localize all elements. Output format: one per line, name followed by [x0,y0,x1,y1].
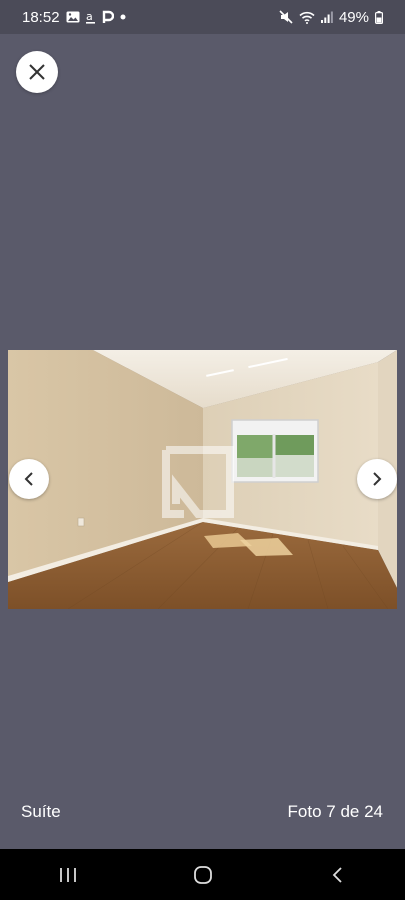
home-button[interactable] [173,855,233,895]
chevron-right-icon [373,472,382,486]
battery-level: 49% [338,8,369,26]
chevron-left-icon [24,472,33,486]
clock: 18:52 [22,8,60,26]
signal-icon [320,11,333,23]
previous-photo-button[interactable] [9,459,49,499]
mute-icon [279,10,293,24]
next-photo-button[interactable] [357,459,397,499]
dot-icon [120,14,126,20]
logo-icon [162,446,234,518]
photo-counter: Foto 7 de 24 [287,802,383,821]
system-nav-bar [0,849,405,900]
recents-icon [59,867,76,882]
status-right: 49% [279,9,383,26]
image-icon [66,11,80,23]
wifi-icon [299,11,315,24]
a-icon: a [85,10,96,24]
recents-button[interactable] [38,855,98,895]
listing-photo[interactable] [8,350,397,609]
close-icon [29,64,45,80]
status-bar: 18:52 a 49% [0,0,405,34]
close-button[interactable] [16,51,58,93]
photo-caption: Suíte [21,802,61,821]
battery-icon [375,10,383,24]
status-left: 18:52 a [22,9,126,26]
back-icon [332,866,342,883]
home-icon [193,865,212,884]
svg-text:a: a [86,10,93,23]
p-icon [102,10,114,24]
back-button[interactable] [308,855,368,895]
